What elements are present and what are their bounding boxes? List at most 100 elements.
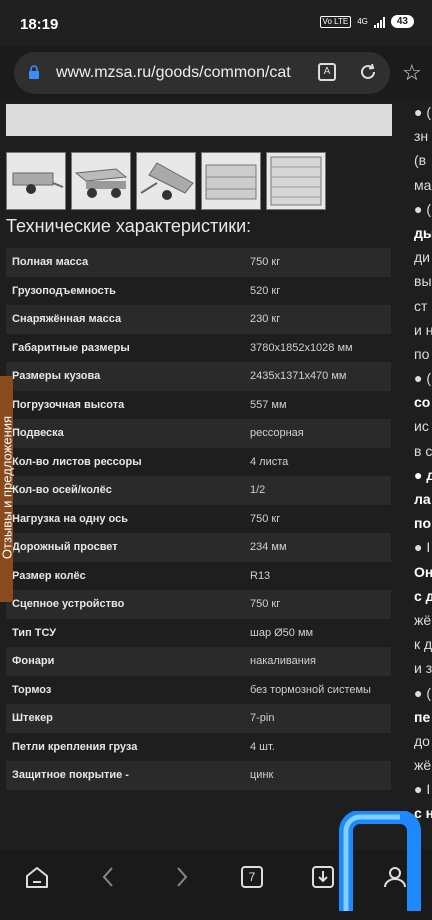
clipped-text-line: жё — [414, 757, 432, 774]
thumbnail-trailer-side[interactable] — [6, 152, 66, 210]
spec-label: Размеры кузова — [12, 370, 101, 383]
spec-value: 7-pin — [250, 712, 275, 725]
spec-value: 4 листа — [250, 455, 289, 468]
spec-row: Тип ТСУ шар Ø50 мм — [6, 618, 391, 647]
spec-value: 750 кг — [250, 598, 281, 611]
reload-icon[interactable] — [358, 62, 378, 82]
feedback-side-tab[interactable]: Отзывы и предложения — [0, 376, 15, 602]
thumbnail-trailer-angle[interactable] — [71, 152, 131, 210]
network-type-label: 4G — [357, 17, 368, 26]
spec-value: 520 кг — [250, 284, 281, 297]
floating-app-logo-icon[interactable] — [336, 811, 424, 915]
spec-row: Подвеска рессорная — [6, 419, 391, 448]
clipped-text-line: пе — [414, 708, 431, 725]
spec-label: Снаряжённая масса — [12, 313, 122, 326]
spec-value: цинк — [250, 769, 274, 782]
clipped-text-line: Он — [414, 563, 432, 580]
spec-row: Погрузочная высота 557 мм — [6, 390, 391, 419]
battery-indicator: 43 — [390, 15, 414, 28]
spec-row: Снаряжённая масса 230 кг — [6, 305, 391, 334]
spec-value: 750 кг — [250, 256, 281, 269]
lock-icon — [29, 65, 39, 79]
spec-value: 2435x1371x470 мм — [250, 370, 347, 383]
spec-label: Тормоз — [12, 683, 52, 696]
spec-row: Размер колёс R13 — [6, 561, 391, 590]
bookmark-star-icon[interactable]: ☆ — [402, 60, 422, 86]
clipped-text-line: ● I — [414, 781, 431, 798]
spec-value: рессорная — [250, 427, 304, 440]
clipped-text-line: ма — [414, 176, 432, 193]
spec-row: Петли крепления груза 4 шт. — [6, 732, 391, 761]
clipped-text-line: по — [414, 345, 430, 362]
thumbnail-trailer-body[interactable] — [201, 152, 261, 210]
spec-row: Кол-во осей/колёс 1/2 — [6, 476, 391, 505]
status-bar: 18:19 Vo LTE 4G 43 — [0, 0, 432, 46]
spec-row: Дорожный просвет 234 мм — [6, 533, 391, 562]
clipped-text-line: по — [414, 515, 432, 532]
spec-label: Петли крепления груза — [12, 740, 138, 753]
spec-row: Полная масса 750 кг — [6, 248, 391, 277]
download-icon[interactable] — [310, 864, 336, 890]
spec-label: Сцепное устройство — [12, 598, 125, 611]
clipped-text-line: (в — [414, 152, 427, 169]
spec-row: Штекер 7-pin — [6, 704, 391, 733]
spec-value: 557 мм — [250, 398, 287, 411]
clipped-text-line: зн — [414, 128, 429, 145]
spec-row: Размеры кузова 2435x1371x470 мм — [6, 362, 391, 391]
spec-row: Кол-во листов рессоры 4 листа — [6, 447, 391, 476]
spec-label: Нагрузка на одну ось — [12, 512, 128, 525]
forward-icon[interactable] — [168, 864, 194, 890]
signal-icon — [373, 16, 385, 28]
feedback-tab-label: Отзывы и предложения — [0, 415, 15, 560]
clipped-text-line: вы — [414, 273, 432, 290]
web-page: Технические характеристики: Полная масса… — [0, 100, 432, 850]
url-text[interactable]: www.mzsa.ru/goods/common/cat — [56, 64, 310, 82]
clipped-text-line: ла — [414, 491, 431, 507]
spec-label: Грузоподъемность — [12, 284, 116, 297]
thumbnail-trailer-tilted[interactable] — [136, 152, 196, 210]
spec-value: без тормозной системы — [250, 683, 371, 696]
tabs-count-button[interactable]: 7 — [241, 866, 263, 888]
spec-label: Полная масса — [12, 256, 89, 269]
thumbnail-trailer-floor[interactable] — [266, 152, 326, 210]
volte-icon: Vo LTE — [319, 15, 352, 28]
clipped-text-line: ● I — [414, 539, 431, 556]
clipped-text-line: с д — [414, 587, 432, 604]
spec-label: Подвеска — [12, 427, 64, 440]
clipped-text-line: ди — [414, 249, 430, 266]
spec-value: 1/2 — [250, 484, 266, 497]
clipped-text-line: ды — [414, 224, 432, 241]
spec-label: Размер колёс — [12, 569, 86, 582]
spec-label: Дорожный просвет — [12, 541, 118, 554]
back-icon[interactable] — [96, 864, 122, 890]
spec-row: Сцепное устройство 750 кг — [6, 590, 391, 619]
clipped-text-line: ● ( — [414, 684, 432, 701]
right-column-clipped-text: ● (зн (в ма ● (ды ди вы ст и н по ● (со ис в с ● д ла… — [414, 100, 432, 826]
clipped-text-line: и н — [414, 321, 432, 338]
clipped-text-line: ис — [414, 418, 429, 435]
address-bar[interactable]: www.mzsa.ru/goods/common/cat A — [14, 52, 390, 94]
spec-value: 750 кг — [250, 512, 281, 525]
spec-value: 4 шт. — [250, 740, 275, 753]
spec-value: 234 мм — [250, 541, 287, 554]
clipped-text-line: ● ( — [414, 104, 432, 120]
home-icon[interactable] — [24, 864, 50, 890]
clipped-text-line: к д — [414, 636, 432, 653]
spec-row: Защитное покрытие - цинк — [6, 761, 391, 790]
spec-label: Фонари — [12, 655, 55, 668]
specs-heading: Технические характеристики: — [6, 216, 252, 236]
spec-value: 230 кг — [250, 313, 281, 326]
clipped-text-line: жё — [414, 611, 432, 628]
spec-value: 3780x1852x1028 мм — [250, 341, 353, 354]
clipped-text-line: до — [414, 732, 430, 749]
spec-label: Защитное покрытие - — [12, 769, 129, 782]
spec-value: шар Ø50 мм — [250, 626, 314, 639]
spec-label: Погрузочная высота — [12, 398, 125, 411]
clock: 18:19 — [20, 16, 59, 33]
spec-label: Штекер — [12, 712, 53, 725]
spec-row: Грузоподъемность 520 кг — [6, 276, 391, 305]
spec-value: R13 — [250, 569, 271, 582]
spec-row: Габаритные размеры 3780x1852x1028 мм — [6, 333, 391, 362]
reader-mode-icon[interactable]: A — [318, 63, 336, 81]
thumbnail-gallery — [6, 152, 326, 210]
